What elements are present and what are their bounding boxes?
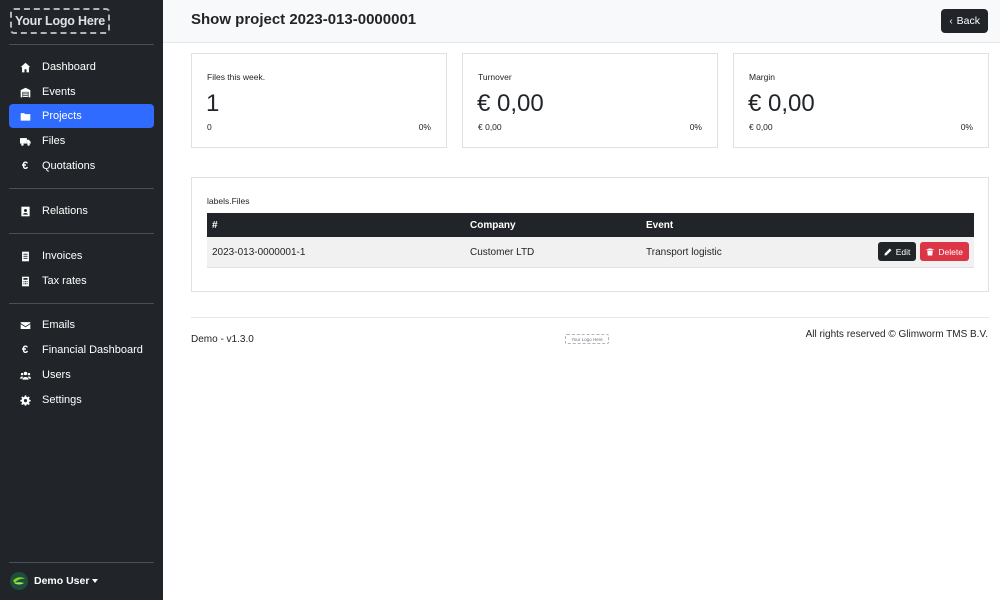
sidebar-item-quotations[interactable]: € Quotations [9,154,154,178]
stat-sub-value: 0 [207,122,212,132]
trash-icon [926,248,934,255]
sidebar-divider [9,233,154,234]
sidebar-divider [9,188,154,189]
delete-button[interactable]: Delete [920,242,969,261]
sidebar-item-label: Quotations [42,160,96,172]
files-table: # Company Event 2023-013-0000001-1 Custo… [207,213,974,268]
sidebar-item-invoices[interactable]: Invoices [9,244,154,268]
sidebar-item-files[interactable]: Files [9,129,154,153]
stat-label: Margin [749,72,775,82]
table-header: # Company Event [207,213,974,237]
column-header-event: Event [646,219,674,231]
stat-card-turnover: Turnover € 0,00 € 0,00 0% [462,53,718,148]
caret-down-icon [92,579,99,583]
stat-sub-value: € 0,00 [478,122,502,132]
stat-value: 1 [206,90,220,117]
sidebar-item-projects[interactable]: Projects [9,104,154,128]
sidebar-item-dashboard[interactable]: Dashboard [9,55,154,79]
sidebar-item-label: Tax rates [42,275,87,287]
row-actions: Edit Delete [877,242,969,261]
cell-file-number: 2023-013-0000001-1 [212,246,306,258]
sidebar: Your Logo Here Dashboard Events Projects… [0,0,163,600]
invoice-icon [18,249,32,263]
stat-label: Files this week. [207,72,266,82]
edit-button[interactable]: Edit [877,242,917,261]
footer-version: Demo - v1.3.0 [191,334,254,345]
user-menu[interactable]: Demo User [10,572,99,590]
panel-title: labels.Files [207,196,250,206]
euro-icon: € [21,344,29,356]
sidebar-divider [9,562,154,563]
calculator-icon [18,274,32,288]
sidebar-item-events[interactable]: Events [9,80,154,104]
sidebar-item-label: Invoices [42,250,83,262]
home-icon [18,60,32,74]
edit-button-label: Edit [895,246,911,257]
sidebar-item-label: Emails [42,319,76,331]
cell-event: Transport logistic [646,246,722,258]
chevron-left-icon: ‹ [949,15,953,27]
sidebar-item-emails[interactable]: Emails [9,313,154,337]
pencil-icon [884,248,892,255]
sidebar-item-settings[interactable]: Settings [9,388,154,412]
page-title: Show project 2023-013-0000001 [191,11,417,28]
stat-card-files: Files this week. 1 0 0% [191,53,447,148]
stat-sub-value: € 0,00 [749,122,773,132]
sidebar-item-label: Financial Dashboard [42,344,143,356]
footer-divider [191,317,989,318]
sidebar-item-label: Relations [42,205,88,217]
avatar [10,572,28,590]
sidebar-item-label: Settings [42,394,82,406]
stat-percentage: 0% [689,122,702,132]
stat-percentage: 0% [960,122,973,132]
delete-button-label: Delete [938,246,963,257]
sidebar-item-financial-dashboard[interactable]: € Financial Dashboard [9,338,154,362]
address-book-icon [18,204,32,218]
truck-icon [18,134,32,148]
stat-label: Turnover [478,72,512,82]
stat-percentage: 0% [418,122,431,132]
cell-company: Customer LTD [470,246,535,258]
sidebar-item-relations[interactable]: Relations [9,199,154,223]
footer-logo: Your Logo Here [565,334,609,344]
euro-icon: € [21,160,29,172]
column-header-number: # [212,219,218,231]
warehouse-icon [18,85,32,99]
sidebar-item-label: Users [42,369,71,381]
stat-value: € 0,00 [477,90,544,117]
sidebar-divider [9,44,154,45]
page-header: Show project 2023-013-0000001 ‹ Back [163,0,1000,43]
sidebar-divider [9,303,154,304]
sidebar-item-label: Files [42,135,66,147]
user-name: Demo User [34,575,90,587]
back-button[interactable]: ‹ Back [941,9,988,33]
column-header-company: Company [470,219,516,231]
logo[interactable]: Your Logo Here [10,8,110,34]
files-panel: labels.Files # Company Event 2023-013-00… [191,177,989,292]
sidebar-item-label: Dashboard [42,61,96,73]
sidebar-item-label: Events [42,86,76,98]
stat-card-margin: Margin € 0,00 € 0,00 0% [733,53,989,148]
back-button-label: Back [956,15,980,27]
table-row[interactable]: 2023-013-0000001-1 Customer LTD Transpor… [207,237,974,268]
users-icon [18,368,32,382]
stat-value: € 0,00 [748,90,815,117]
gear-icon [18,393,32,407]
envelope-icon [18,318,32,332]
sidebar-item-users[interactable]: Users [9,363,154,387]
sidebar-item-label: Projects [42,110,82,122]
folder-icon [18,109,32,123]
footer-copyright: All rights reserved © Glimworm TMS B.V. [805,329,988,340]
sidebar-item-tax-rates[interactable]: Tax rates [9,269,154,293]
